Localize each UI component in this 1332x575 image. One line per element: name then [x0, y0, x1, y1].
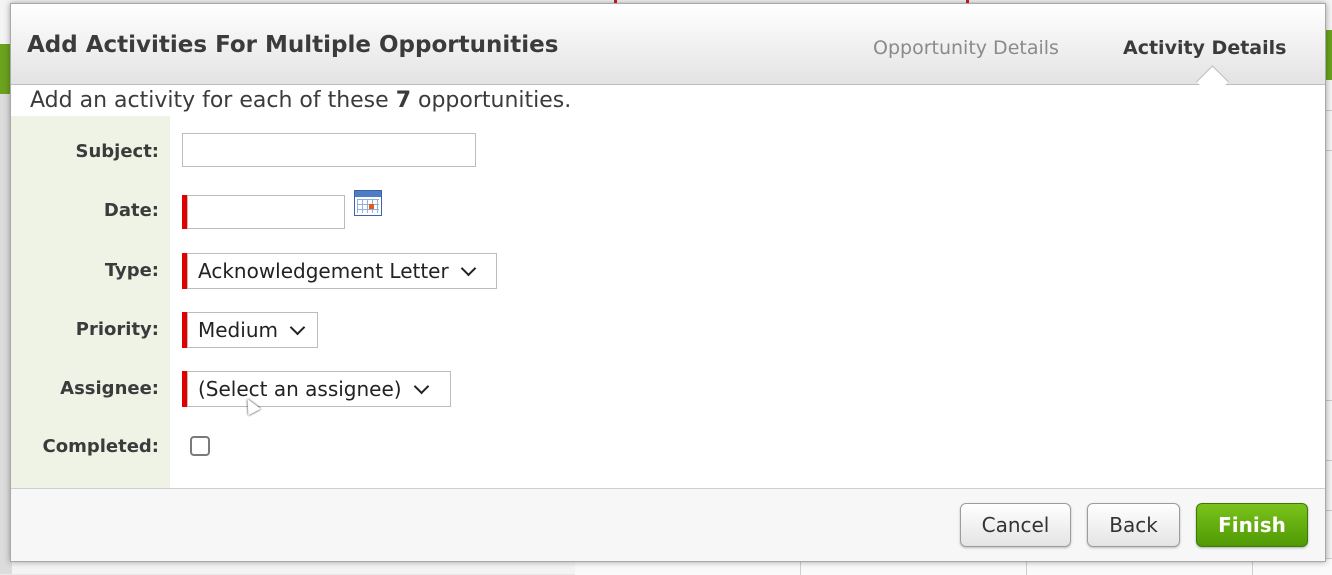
calendar-icon-grid: [357, 199, 379, 213]
subject-input[interactable]: [182, 133, 476, 167]
priority-label: Priority:: [75, 319, 159, 340]
step-activity-details[interactable]: Activity Details: [1123, 37, 1286, 59]
step-opportunity-details[interactable]: Opportunity Details: [873, 37, 1059, 59]
priority-select[interactable]: Medium: [187, 312, 318, 348]
assignee-select-value: (Select an assignee): [198, 377, 402, 401]
assignee-select[interactable]: (Select an assignee): [187, 371, 451, 407]
form-label-column: [11, 116, 170, 488]
cancel-button[interactable]: Cancel: [960, 503, 1071, 547]
intro-text: Add an activity for each of these 7 oppo…: [30, 88, 571, 113]
type-select-value: Acknowledgement Letter: [198, 259, 449, 283]
chevron-down-icon: [289, 319, 306, 335]
finish-button[interactable]: Finish: [1196, 503, 1308, 547]
calendar-icon-header: [355, 191, 381, 197]
date-input[interactable]: [187, 195, 345, 229]
intro-prefix: Add an activity for each of these: [30, 88, 389, 113]
dialog-footer: Cancel Back Finish: [11, 488, 1325, 561]
completed-label: Completed:: [42, 436, 160, 457]
calendar-icon[interactable]: [354, 190, 382, 216]
calendar-icon-today: [369, 204, 374, 209]
back-button[interactable]: Back: [1087, 503, 1180, 547]
type-select[interactable]: Acknowledgement Letter: [187, 253, 497, 289]
subject-label: Subject:: [75, 141, 159, 162]
chevron-down-icon: [413, 378, 429, 394]
type-label: Type:: [104, 260, 159, 281]
assignee-label: Assignee:: [60, 378, 159, 399]
completed-checkbox[interactable]: [190, 436, 210, 456]
opportunity-count: 7: [395, 88, 411, 113]
priority-select-value: Medium: [198, 318, 278, 342]
dialog-header: Add Activities For Multiple Opportunitie…: [11, 4, 1325, 85]
date-label: Date:: [103, 200, 159, 221]
intro-suffix: opportunities.: [418, 88, 572, 113]
add-activities-dialog: Add Activities For Multiple Opportunitie…: [10, 3, 1326, 562]
chevron-down-icon: [460, 260, 476, 276]
dialog-title: Add Activities For Multiple Opportunitie…: [27, 32, 559, 58]
